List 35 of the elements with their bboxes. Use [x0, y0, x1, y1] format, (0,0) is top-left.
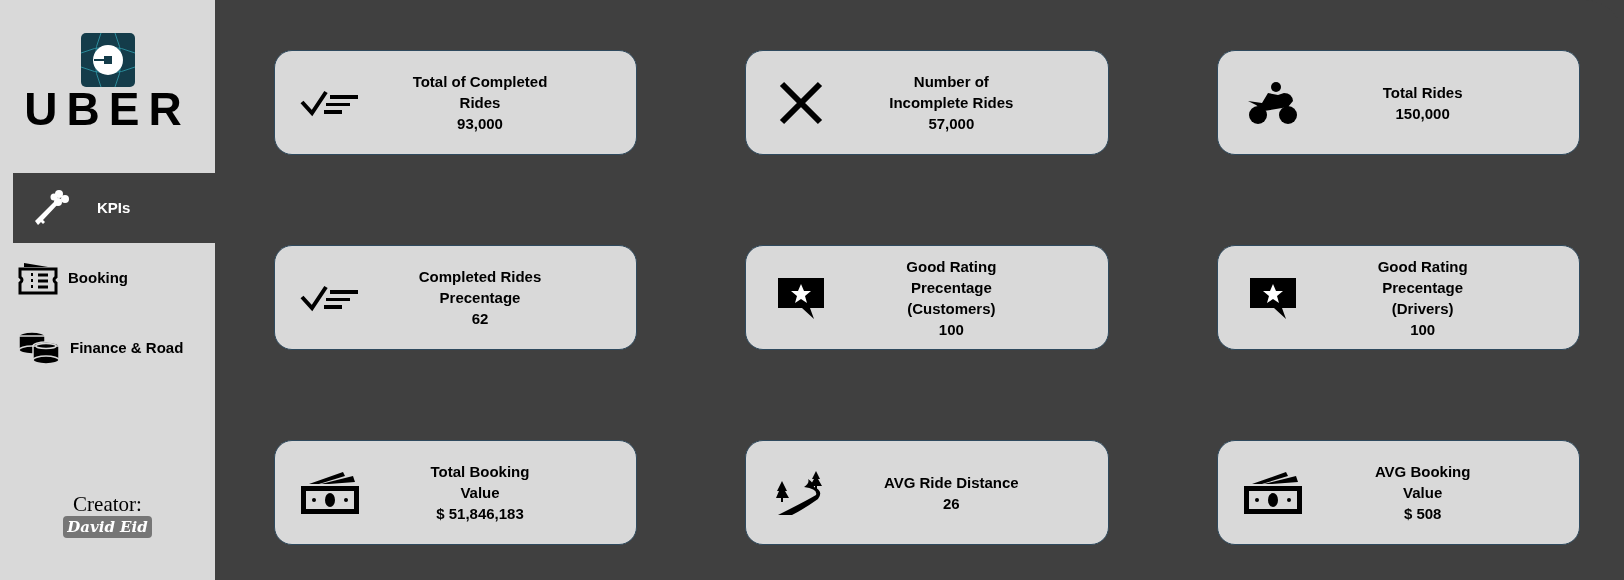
creator-name: David Eid: [63, 516, 152, 538]
kpi-label: Good Rating Precentage (Customers): [906, 256, 997, 319]
creator-label: Creator:: [73, 492, 142, 516]
kpi-label: Total of Completed Rides: [412, 72, 548, 113]
kpi-value: 100: [1410, 319, 1436, 340]
kpi-value: 100: [938, 319, 964, 340]
kpi-value: $ 508: [1403, 504, 1442, 524]
kpi-value: 150,000: [1395, 103, 1450, 124]
rating-bubble-icon: [1247, 275, 1298, 320]
kpi-label: AVG Ride Distance: [883, 472, 1019, 493]
rating-bubble-icon: [776, 275, 827, 320]
nav-item[interactable]: Finance & Road: [13, 313, 215, 383]
kpi-value: 57,000: [928, 114, 975, 134]
checklist-icon: [300, 88, 360, 117]
kpi-label: AVG Booking Value: [1374, 462, 1471, 503]
kpi-value: 93,000: [457, 114, 503, 134]
nav-item[interactable]: KPIs: [13, 173, 215, 243]
coins-icon: [18, 331, 60, 365]
close-icon: [778, 79, 825, 126]
kpi-value: $ 51,846,183: [436, 504, 524, 524]
money-icon: [299, 469, 361, 516]
kpi-value: 26: [943, 493, 960, 514]
money-icon: [1241, 469, 1304, 516]
kpi-label: Total Booking Value: [430, 462, 530, 503]
kpi-value: 62: [471, 309, 489, 329]
logo-icon: [80, 33, 135, 87]
motorbike-icon: [1247, 80, 1298, 125]
kpi-label: Number of Incomplete Rides: [889, 72, 1014, 113]
kpi-label: Completed Rides Precentage: [418, 267, 542, 308]
kpi-label: Good Rating Precentage (Drivers): [1377, 256, 1468, 319]
nav-item[interactable]: Booking: [13, 243, 215, 313]
logo-wordmark: UBER: [24, 87, 191, 131]
kpi-label: Total Rides: [1382, 82, 1463, 103]
checklist-icon: [300, 283, 360, 312]
ticket-icon: [18, 261, 58, 295]
